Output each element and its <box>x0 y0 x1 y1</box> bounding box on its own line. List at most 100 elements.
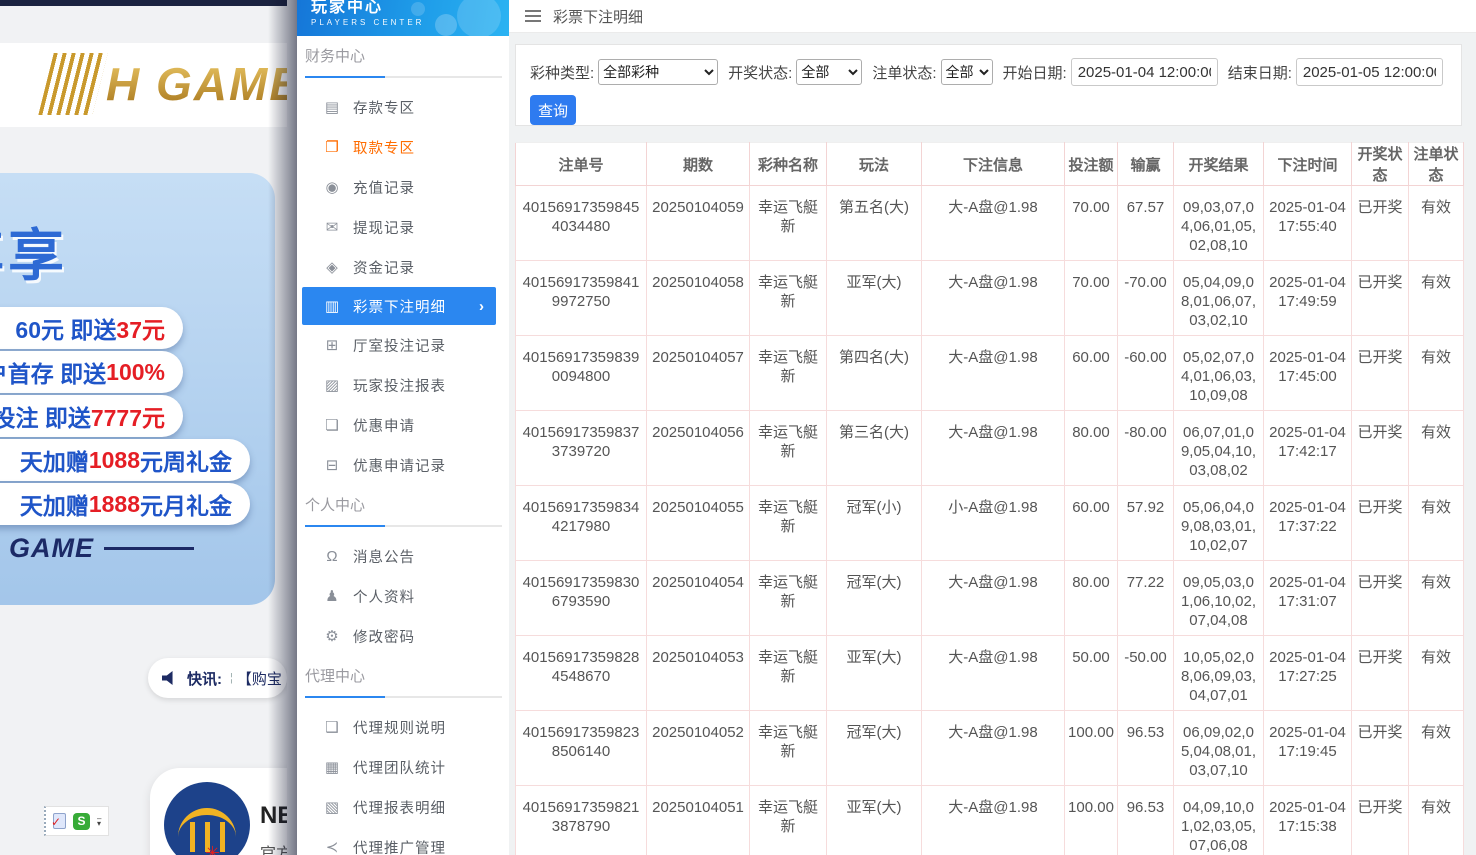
cell-bet_amount: 80.00 <box>1065 411 1118 486</box>
table-row: 40156917359834421798020250104055幸运飞艇新冠军(… <box>516 486 1464 561</box>
brand-footer-text: H GAME <box>0 533 94 564</box>
cell-play: 第四名(大) <box>827 336 922 411</box>
brand-footer: H GAME <box>0 533 194 564</box>
promo-segment: 1088 <box>89 447 140 474</box>
cell-period: 20250104056 <box>647 411 750 486</box>
cell-play: 第三名(大) <box>827 411 922 486</box>
table-row: 40156917359845403448020250104059幸运飞艇新第五名… <box>516 186 1464 261</box>
filter-card: 彩种类型: 全部彩种 开奖状态: 全部 注单状态: 全部 开始日期: 结束日期 <box>515 44 1462 126</box>
end-date-input[interactable] <box>1296 58 1443 86</box>
promo-banner[interactable]: 60元 即送37元 <box>0 307 183 349</box>
cell-period: 20250104051 <box>647 786 750 855</box>
promo-segment: 37元 <box>116 311 165 345</box>
cell-bet_info: 大-A盘@1.98 <box>922 336 1065 411</box>
cell-period: 20250104058 <box>647 261 750 336</box>
sidebar-item-withdraw-hand[interactable]: ❐取款专区 <box>297 127 509 167</box>
sidebar-item-gear[interactable]: ⚙修改密码 <box>297 616 509 656</box>
sidebar-item-player-bet-report[interactable]: ▨玩家投注报表 <box>297 365 509 405</box>
cell-bet_time: 2025-01-04 17:42:17 <box>1264 411 1352 486</box>
sidebar-item-funds-record[interactable]: ◈资金记录 <box>297 247 509 287</box>
page-title: 彩票下注明细 <box>553 6 643 27</box>
sidebar-section-title: 代理中心 <box>305 666 509 688</box>
table-row: 40156917359823850614020250104052幸运飞艇新冠军(… <box>516 711 1464 786</box>
sidebar-item-user[interactable]: ♟个人资料 <box>297 576 509 616</box>
promo-banner[interactable]: 天加赠1088元周礼金 <box>0 439 250 481</box>
sidebar-item-promo-apply[interactable]: ❏优惠申请 <box>297 405 509 445</box>
sidebar-item-promo-apply-record[interactable]: ⊟优惠申请记录 <box>297 445 509 485</box>
cell-bet_amount: 80.00 <box>1065 561 1118 636</box>
cell-win_loss: 57.92 <box>1118 486 1174 561</box>
nba-banner-card[interactable]: NE 官方 <box>150 768 287 855</box>
cell-draw_status: 已开奖 <box>1352 711 1409 786</box>
cell-bet_amount: 70.00 <box>1065 261 1118 336</box>
cell-order_id: 401569173598238506140 <box>516 711 647 786</box>
hamburger-menu-icon[interactable] <box>525 10 541 22</box>
sidebar-section-title: 财务中心 <box>305 46 509 68</box>
start-date-input[interactable] <box>1071 58 1218 86</box>
cell-draw_result: 04,09,10,01,02,03,05,07,06,08 <box>1174 786 1264 855</box>
s-badge-icon[interactable]: S <box>73 813 90 830</box>
sidebar-item-deposit-card[interactable]: ▤ 存款专区 <box>297 87 509 127</box>
sidebar-item-share[interactable]: ≺代理推广管理 <box>297 827 509 855</box>
sidebar-item-withdrawal-record[interactable]: ✉提现记录 <box>297 207 509 247</box>
cell-play: 亚军(大) <box>827 636 922 711</box>
sidebar-menu: 财务中心 ▤ 存款专区 ❐取款专区◉充值记录✉提现记录◈资金记录▥彩票下注明细›⊞厅室… <box>297 46 509 855</box>
sidebar-item-lottery-bet-detail[interactable]: ▥彩票下注明细› <box>302 287 496 325</box>
cell-order_id: 401569173598373739720 <box>516 411 647 486</box>
sidebar-item-bell[interactable]: Ω消息公告 <box>297 536 509 576</box>
cell-order_id: 401569173598306793590 <box>516 561 647 636</box>
promo-banner[interactable]: 户首存 即送100% <box>0 351 183 393</box>
sidebar-item-label: 玩家投注报表 <box>353 375 446 396</box>
search-button[interactable]: 查询 <box>530 95 576 125</box>
sidebar-item-document[interactable]: ❑代理规则说明 <box>297 707 509 747</box>
cell-win_loss: 96.53 <box>1118 786 1174 855</box>
cell-bet_amount: 60.00 <box>1065 486 1118 561</box>
cell-period: 20250104055 <box>647 486 750 561</box>
bell-icon: Ω <box>323 548 341 565</box>
cell-bet_amount: 100.00 <box>1065 786 1118 855</box>
deposit-card-icon: ▤ <box>323 98 341 116</box>
order-status-select[interactable]: 全部 <box>941 59 993 85</box>
player-center-sidebar: 玩家中心 PLAYERS CENTER 财务中心▤存款专区❐取款专区◉充值记录✉… <box>297 0 509 855</box>
promo-segment: 元月礼金 <box>140 487 232 521</box>
promo-segment: 60元 即送 <box>15 311 116 345</box>
ticker-label: 快讯: <box>187 668 222 689</box>
cell-bet_info: 大-A盘@1.98 <box>922 561 1065 636</box>
sidebar-item-label: 存款专区 <box>353 97 415 118</box>
promo-banner[interactable]: 投注 即送7777元 <box>0 395 183 437</box>
toolbar-arrows-icon[interactable]: –▾ <box>97 816 101 826</box>
cell-win_loss: -60.00 <box>1118 336 1174 411</box>
sidebar-item-label: 取款专区 <box>353 137 415 158</box>
promo-segment: 7777元 <box>91 399 165 433</box>
sidebar-section-title: 个人中心 <box>305 495 509 517</box>
promo-banner[interactable]: 天加赠1888元月礼金 <box>0 483 250 525</box>
sidebar-item-agent-report[interactable]: ▧代理报表明细 <box>297 787 509 827</box>
sidebar-item-team-stats[interactable]: ▦代理团队统计 <box>297 747 509 787</box>
logo-band: H GAME <box>0 43 287 127</box>
ticker-separator: ¦ <box>230 672 233 684</box>
sidebar-item-recharge-record[interactable]: ◉充值记录 <box>297 167 509 207</box>
promo-segment: 元周礼金 <box>140 443 232 477</box>
cell-draw_result: 05,04,09,08,01,06,07,03,02,10 <box>1174 261 1264 336</box>
news-ticker[interactable]: 快讯: ¦ 【购宝 <box>148 658 287 698</box>
cell-win_loss: 96.53 <box>1118 711 1174 786</box>
cell-bet_time: 2025-01-04 17:49:59 <box>1264 261 1352 336</box>
sidebar-item-hall-bet-record[interactable]: ⊞厅室投注记录 <box>297 325 509 365</box>
sidebar-section-list: ▤ 存款专区 ❐取款专区◉充值记录✉提现记录◈资金记录▥彩票下注明细›⊞厅室投注记录… <box>297 87 509 485</box>
cell-lottery_name: 幸运飞艇新 <box>750 411 827 486</box>
cell-order_status: 有效 <box>1409 561 1464 636</box>
cell-play: 亚军(大) <box>827 786 922 855</box>
cell-win_loss: -50.00 <box>1118 636 1174 711</box>
floating-toolbar[interactable]: S –▾ <box>44 806 109 836</box>
cell-draw_status: 已开奖 <box>1352 411 1409 486</box>
speaker-icon <box>162 671 179 685</box>
decor-circle-icon <box>411 2 425 16</box>
cell-order_id: 401569173598344217980 <box>516 486 647 561</box>
cell-bet_time: 2025-01-04 17:55:40 <box>1264 186 1352 261</box>
draw-status-select[interactable]: 全部 <box>796 59 862 85</box>
lottery-type-select[interactable]: 全部彩种 <box>598 59 718 85</box>
doc-check-icon[interactable] <box>53 813 66 829</box>
table-row: 40156917359821387879020250104051幸运飞艇新亚军(… <box>516 786 1464 855</box>
cell-bet_time: 2025-01-04 17:19:45 <box>1264 711 1352 786</box>
panel-shadow <box>268 0 297 855</box>
